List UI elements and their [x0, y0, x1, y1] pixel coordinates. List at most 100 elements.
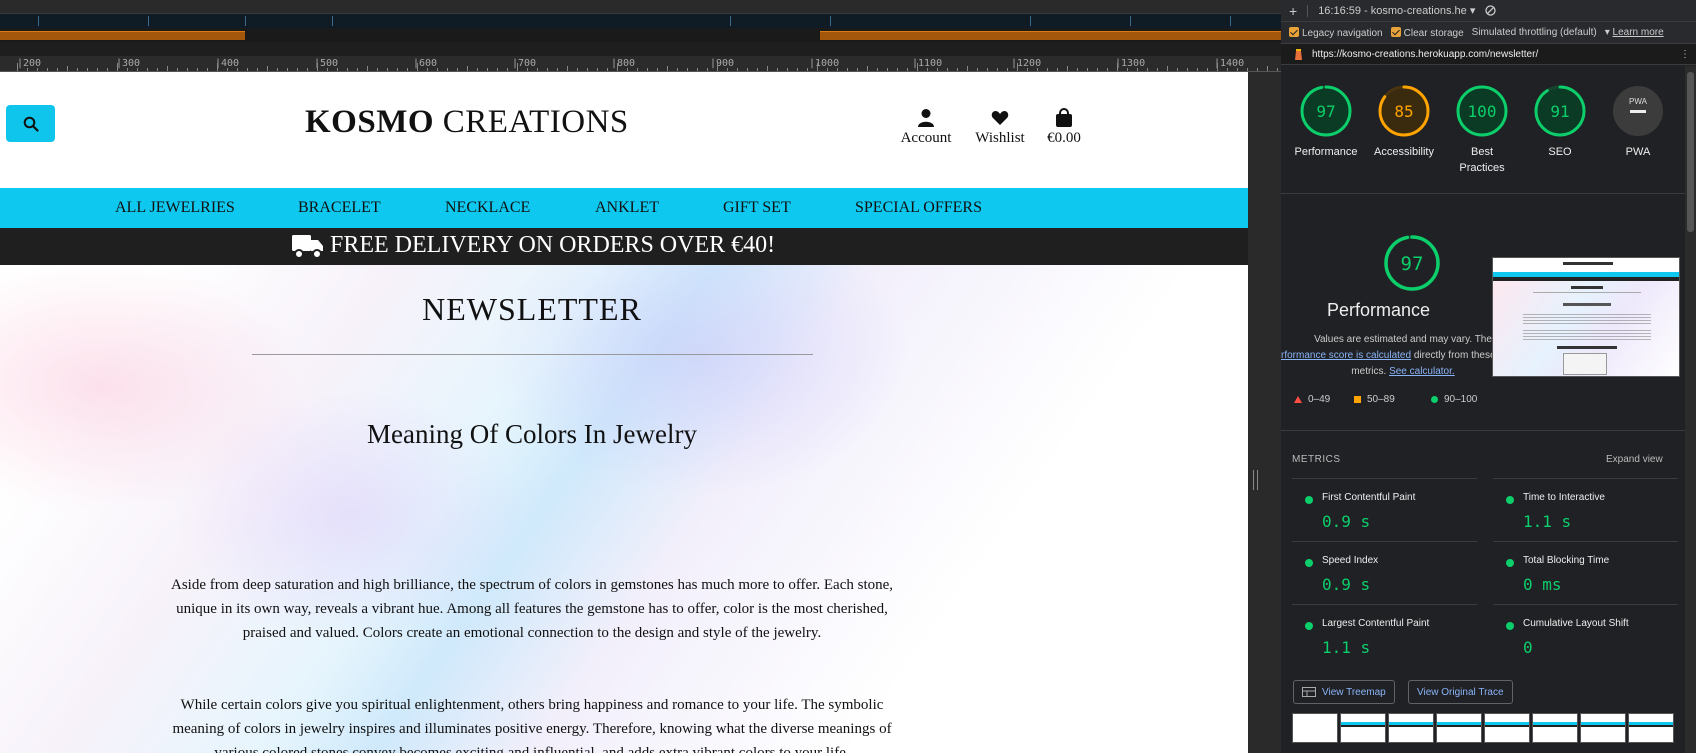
ruler-tick — [357, 68, 358, 71]
page-screenshot-thumbnail[interactable] — [1492, 257, 1680, 377]
ruler-tick — [47, 68, 48, 71]
ruler-tick — [797, 68, 798, 71]
shopping-bag-link[interactable]: €0.00 — [1042, 106, 1086, 147]
ruler-tick — [137, 68, 138, 71]
search-button[interactable] — [6, 105, 55, 142]
ruler-tick — [1097, 68, 1098, 71]
ruler-tick — [327, 68, 328, 71]
ruler-tick — [757, 68, 758, 71]
nav-bracelet[interactable]: BRACELET — [298, 199, 381, 217]
view-treemap-button[interactable]: View Treemap — [1293, 680, 1395, 704]
ruler-tick — [487, 68, 488, 71]
shopping-bag-icon — [1056, 108, 1072, 127]
timeline-bar — [820, 31, 1281, 40]
score-value: 85 — [1394, 102, 1413, 121]
ruler-tick — [607, 68, 608, 71]
audited-url-bar: https://kosmo-creations.herokuapp.com/ne… — [1281, 43, 1696, 65]
gauge-pwa[interactable]: PWA PWA — [1599, 84, 1677, 160]
learn-more-link[interactable]: ▾ Learn more — [1605, 27, 1664, 38]
ruler-tick — [197, 68, 198, 71]
ruler-tick — [1217, 63, 1218, 71]
nav-necklace[interactable]: NECKLACE — [445, 199, 530, 217]
ruler-tick — [127, 68, 128, 71]
ruler-tick — [787, 68, 788, 71]
ruler-tick — [27, 68, 28, 71]
metric-name: Total Blocking Time — [1523, 555, 1610, 566]
performance-timeline[interactable] — [0, 0, 1281, 56]
nav-all-jewelries[interactable]: ALL JEWELRIES — [115, 199, 235, 217]
ruler-tick — [517, 63, 518, 71]
promo-text: FREE DELIVERY ON ORDERS OVER €40! — [330, 232, 776, 258]
panel-resize-handle[interactable] — [1253, 470, 1258, 490]
wishlist-link[interactable]: Wishlist — [971, 106, 1029, 147]
brand-rest: CREATIONS — [434, 104, 629, 140]
ruler-tick — [527, 68, 528, 71]
ruler-tick — [1037, 68, 1038, 71]
score-calculated-link[interactable]: rformance score is calculated — [1281, 350, 1411, 361]
ruler-tick — [147, 68, 148, 71]
ruler-tick — [87, 68, 88, 71]
ruler-tick — [437, 68, 438, 71]
new-report-button[interactable]: + — [1289, 3, 1297, 19]
ruler-tick — [577, 68, 578, 71]
learn-more-text: Learn more — [1612, 27, 1664, 38]
gauge-label: PWA — [1625, 146, 1651, 158]
score-value: 91 — [1550, 102, 1569, 121]
more-options-icon[interactable]: ⋮ — [1680, 49, 1690, 60]
ruler-tick — [1177, 68, 1178, 71]
pass-dot-icon — [1305, 622, 1313, 630]
ruler-tick — [207, 68, 208, 71]
ruler-tick — [387, 68, 388, 71]
panel-scrollbar[interactable] — [1685, 66, 1696, 753]
gauge-accessibility[interactable]: 85 Accessibility — [1365, 84, 1443, 160]
ruler-tick — [187, 68, 188, 71]
lighthouse-panel: + 16:16:59 - kosmo-creations.he ▾ Legacy… — [1281, 0, 1696, 753]
ruler-tick — [37, 68, 38, 71]
timeline-tick — [1130, 16, 1131, 26]
promo-banner: FREE DELIVERY ON ORDERS OVER €40! — [0, 228, 1248, 265]
ruler-tick — [467, 66, 468, 71]
report-selector[interactable]: 16:16:59 - kosmo-creations.he ▾ — [1318, 4, 1475, 17]
viewport-gutter — [1248, 72, 1281, 753]
bag-total: €0.00 — [1047, 130, 1081, 146]
ruler-tick — [957, 68, 958, 71]
ruler-tick — [917, 63, 918, 71]
view-original-trace-button[interactable]: View Original Trace — [1408, 680, 1513, 704]
clear-storage-checkbox[interactable]: Clear storage — [1390, 26, 1464, 39]
audited-url[interactable]: https://kosmo-creations.herokuapp.com/ne… — [1312, 49, 1538, 60]
ruler-tick — [1067, 66, 1068, 71]
metric-name: Speed Index — [1322, 555, 1379, 566]
see-calculator-link[interactable]: See calculator. — [1389, 366, 1455, 377]
performance-note: Values are estimated and may vary. The r… — [1281, 332, 1525, 380]
ruler-label: |1400 — [1214, 58, 1245, 69]
ruler-tick — [837, 68, 838, 71]
ruler-tick — [1227, 68, 1228, 71]
gauge-label: SEO — [1548, 146, 1572, 158]
legend-fail: 0–49 — [1294, 394, 1330, 405]
gauge-performance[interactable]: 97 Performance — [1287, 84, 1365, 160]
nav-anklet[interactable]: ANKLET — [595, 199, 659, 217]
ruler-tick — [657, 68, 658, 71]
ruler-tick — [117, 63, 118, 71]
report-label: 16:16:59 - kosmo-creations.he — [1318, 5, 1467, 17]
metric-value: 1.1 s — [1322, 638, 1371, 657]
nav-special-offers[interactable]: SPECIAL OFFERS — [855, 199, 982, 217]
legend-pass-label: 90–100 — [1444, 394, 1478, 405]
article-title: Meaning Of Colors In Jewelry — [367, 419, 697, 449]
ruler-tick — [847, 68, 848, 71]
ruler-tick — [317, 63, 318, 71]
expand-view-toggle[interactable]: Expand view — [1606, 454, 1663, 465]
gauge-seo[interactable]: 91 SEO — [1521, 84, 1599, 160]
ruler-tick — [637, 68, 638, 71]
filmstrip-frame — [1628, 713, 1674, 743]
clear-icon[interactable] — [1485, 5, 1497, 16]
nav-gift-set[interactable]: GIFT SET — [723, 199, 791, 217]
site-logo[interactable]: KOSMO CREATIONS — [305, 104, 629, 141]
metric-value: 0.9 s — [1322, 575, 1371, 594]
gauge-best-practices[interactable]: 100 Best Practices — [1443, 84, 1521, 176]
account-link[interactable]: Account — [898, 106, 954, 147]
ruler-label: |1000 — [809, 58, 840, 69]
legacy-navigation-checkbox[interactable]: Legacy navigation — [1289, 26, 1383, 39]
clear-storage-label: Clear storage — [1403, 27, 1464, 39]
ruler-label: |800 — [611, 58, 636, 69]
